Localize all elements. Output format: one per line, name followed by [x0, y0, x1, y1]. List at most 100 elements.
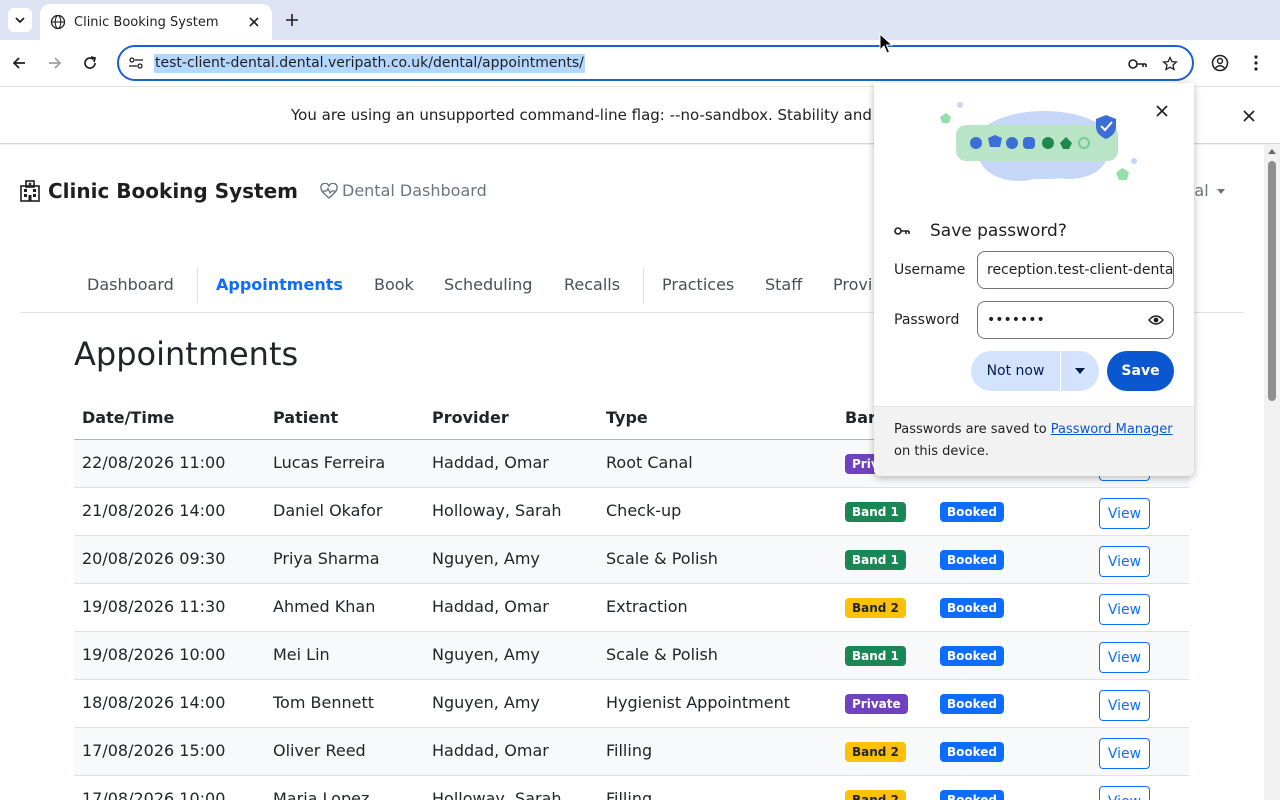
cell-provider: Holloway, Sarah: [432, 789, 562, 800]
reload-button[interactable]: [76, 49, 104, 77]
band-badge: Band 1: [845, 550, 906, 570]
password-key-icon[interactable]: [1128, 54, 1148, 74]
view-button[interactable]: View: [1099, 498, 1150, 529]
status-badge: Booked: [940, 502, 1005, 522]
close-icon[interactable]: [1240, 107, 1258, 125]
brand-link[interactable]: Clinic Booking System: [20, 179, 298, 203]
column-header-type[interactable]: Type: [606, 408, 648, 427]
table-body: 22/08/2026 11:00 Lucas Ferreira Haddad, Om…: [74, 440, 1189, 800]
infobar-message: You are using an unsupported command-lin…: [291, 106, 912, 124]
profile-icon: [1211, 54, 1229, 72]
profile-button[interactable]: [1208, 51, 1232, 75]
table-row: 18/08/2026 14:00 Tom Bennett Nguyen, Amy Hy…: [74, 680, 1189, 728]
cell-provider: Haddad, Omar: [432, 453, 549, 472]
page-scrollbar[interactable]: [1264, 145, 1280, 800]
column-header-patient[interactable]: Patient: [273, 408, 338, 427]
cell-type: Root Canal: [606, 453, 693, 472]
cell-type: Scale & Polish: [606, 645, 718, 664]
band-badge: Band 2: [845, 742, 906, 762]
not-now-options-button[interactable]: [1061, 351, 1099, 391]
browser-menu-button[interactable]: [1246, 51, 1266, 75]
table-row: 17/08/2026 15:00 Oliver Reed Haddad, Omar F…: [74, 728, 1189, 776]
nav-practices[interactable]: Practices: [662, 275, 734, 294]
forward-button[interactable]: [41, 49, 69, 77]
table-row: 17/08/2026 10:00 Maria Lopez Holloway, Sar…: [74, 776, 1189, 800]
brand-title: Clinic Booking System: [48, 179, 299, 203]
cell-type: Scale & Polish: [606, 549, 718, 568]
view-button[interactable]: View: [1099, 738, 1150, 769]
cell-patient: Ahmed Khan: [273, 597, 376, 616]
cell-datetime: 19/08/2026 10:00: [82, 645, 226, 664]
cell-provider: Holloway, Sarah: [432, 501, 562, 520]
scrollbar-thumb[interactable]: [1268, 161, 1276, 401]
save-password-dialog: Save password? Username reception.test-c…: [874, 83, 1194, 476]
status-badge: Booked: [940, 646, 1005, 666]
url-text[interactable]: test-client-dental.dental.veripath.co.uk…: [154, 54, 585, 73]
cell-type: Filling: [606, 789, 653, 800]
nav-staff[interactable]: Staff: [765, 275, 802, 294]
cell-type: Hygienist Appointment: [606, 693, 790, 712]
back-button[interactable]: [5, 49, 33, 77]
page-title: Appointments: [74, 335, 299, 373]
cell-type: Filling: [606, 741, 653, 760]
cell-type: Check-up: [606, 501, 682, 520]
nav-divider: [643, 267, 644, 303]
view-button[interactable]: View: [1099, 594, 1150, 625]
footer-suffix: on this device.: [894, 444, 990, 459]
column-header-provider[interactable]: Provider: [432, 408, 509, 427]
caret-down-icon: [1216, 189, 1225, 194]
cell-patient: Maria Lopez: [273, 789, 370, 800]
cell-patient: Tom Bennett: [273, 693, 375, 712]
close-icon[interactable]: [246, 14, 262, 30]
status-badge: Booked: [940, 742, 1005, 762]
tab-title: Clinic Booking System: [74, 14, 219, 30]
arrow-left-icon: [12, 57, 25, 69]
site-settings-icon[interactable]: [127, 54, 145, 72]
password-label: Password: [894, 312, 960, 328]
globe-icon: [50, 14, 66, 30]
view-button[interactable]: View: [1099, 642, 1150, 673]
not-now-button[interactable]: Not now: [971, 351, 1060, 391]
cell-provider: Haddad, Omar: [432, 741, 549, 760]
tab-search-button[interactable]: [8, 8, 32, 32]
status-badge: Booked: [940, 694, 1005, 714]
new-tab-button[interactable]: [280, 8, 304, 32]
bookmark-star-icon[interactable]: [1160, 54, 1180, 74]
view-button[interactable]: View: [1099, 786, 1150, 800]
more-vertical-icon: [1254, 55, 1258, 71]
dialog-title: Save password?: [930, 221, 1067, 241]
save-button[interactable]: Save: [1107, 351, 1174, 391]
column-header-datetime[interactable]: Date/Time: [82, 408, 174, 427]
table-row: 19/08/2026 11:30 Ahmed Khan Haddad, Omar Ex…: [74, 584, 1189, 632]
username-label: Username: [894, 262, 966, 278]
nav-scheduling[interactable]: Scheduling: [444, 275, 532, 294]
nav-appointments[interactable]: Appointments: [216, 275, 343, 294]
table-row: 19/08/2026 10:00 Mei Lin Nguyen, Amy Scale …: [74, 632, 1189, 680]
hospital-building-icon: [20, 180, 40, 202]
footer-text: Passwords are saved to: [894, 422, 1047, 437]
password-manager-link[interactable]: Password Manager: [1051, 422, 1173, 437]
nav-recalls[interactable]: Recalls: [564, 275, 620, 294]
scroll-up-arrow-icon[interactable]: [1268, 149, 1276, 154]
band-badge: Band 2: [845, 598, 906, 618]
browser-tab[interactable]: Clinic Booking System: [40, 4, 272, 40]
address-bar[interactable]: test-client-dental.dental.veripath.co.uk…: [117, 45, 1194, 81]
eye-icon[interactable]: [1147, 312, 1165, 328]
arrow-right-icon: [49, 57, 62, 69]
view-button[interactable]: View: [1099, 546, 1150, 577]
band-badge: Private: [845, 694, 908, 714]
plus-icon: [286, 14, 298, 26]
key-icon: [894, 222, 912, 240]
view-button[interactable]: View: [1099, 690, 1150, 721]
username-field[interactable]: reception.test-client-dental: [977, 251, 1174, 289]
cell-datetime: 17/08/2026 10:00: [82, 789, 226, 800]
nav-dashboard[interactable]: Dashboard: [87, 275, 174, 294]
close-icon[interactable]: [1154, 103, 1170, 119]
tab-strip: Clinic Booking System: [0, 0, 1280, 40]
nav-book[interactable]: Book: [374, 275, 414, 294]
nav-providers[interactable]: Provi: [833, 275, 872, 294]
column-header-band[interactable]: Bar: [845, 408, 876, 427]
table-row: 21/08/2026 14:00 Daniel Okafor Holloway, S…: [74, 488, 1189, 536]
dental-dashboard-link[interactable]: Dental Dashboard: [320, 181, 487, 200]
password-field[interactable]: •••••••: [977, 301, 1174, 339]
